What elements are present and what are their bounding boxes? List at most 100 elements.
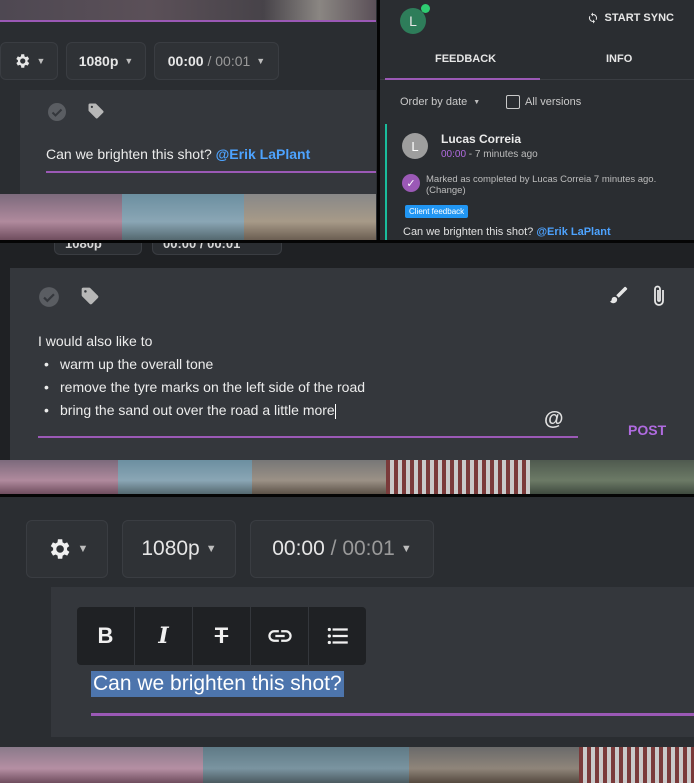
tag-icon[interactable]	[80, 286, 100, 311]
quality-select[interactable]: 1080p	[54, 243, 142, 255]
italic-button[interactable]: I	[135, 607, 193, 665]
all-versions-checkbox[interactable]: All versions	[506, 95, 581, 109]
bullet-list: warm up the overall tone remove the tyre…	[38, 353, 365, 422]
panel-2-multiline-comment: 1080p 00:00 / 00:01 I would also like to…	[0, 243, 694, 494]
bold-icon: B	[97, 623, 114, 648]
thumbnail-frame[interactable]	[579, 747, 694, 783]
time-separator: /	[203, 53, 216, 69]
thumbnail-frame[interactable]	[0, 460, 118, 494]
quality-select[interactable]: 1080p ▼	[66, 42, 146, 80]
post-button[interactable]: POST	[628, 422, 666, 438]
chevron-down-icon: ▼	[473, 98, 481, 106]
list-item: bring the sand out over the road a littl…	[38, 399, 365, 422]
comment-timecode[interactable]: 00:00	[441, 149, 466, 160]
thumbnail-frame[interactable]	[122, 194, 244, 240]
comments-sidebar: L START SYNC FEEDBACK INFO Order by date…	[377, 0, 694, 240]
quality-value: 1080p	[65, 243, 102, 251]
input-underline	[38, 436, 578, 438]
bold-button[interactable]: B	[77, 607, 135, 665]
input-underline	[46, 171, 376, 173]
timecode-select[interactable]: 00:00 / 00:01	[152, 243, 282, 255]
list-item: warm up the overall tone	[38, 353, 365, 376]
comment-author: Lucas Correia	[441, 132, 522, 146]
complete-check-icon[interactable]	[47, 102, 67, 127]
mention-link[interactable]: @Erik LaPlant	[536, 226, 610, 238]
selected-comment-text[interactable]: Can we brighten this shot?	[91, 671, 344, 697]
settings-button[interactable]: ▼	[0, 42, 58, 80]
active-tab-indicator	[385, 78, 540, 80]
checkbox-icon	[506, 95, 520, 109]
timecode-select[interactable]: 00:00 / 00:01 ▼	[250, 520, 434, 578]
avatar: L	[402, 133, 428, 159]
thumbnail-frame[interactable]	[0, 194, 122, 240]
filmstrip	[0, 194, 376, 240]
thumbnail-frame[interactable]	[244, 194, 376, 240]
comment-composer: I would also like to warm up the overall…	[10, 268, 694, 460]
quality-select[interactable]: 1080p ▼	[122, 520, 236, 578]
strikethrough-icon: T	[214, 623, 229, 648]
thumbnail-frame[interactable]	[0, 747, 203, 783]
comment-meta: 00:00 - 7 minutes ago	[441, 149, 538, 160]
completed-text: Marked as completed by Lucas Correia 7 m…	[426, 174, 657, 185]
link-button[interactable]	[251, 607, 309, 665]
chevron-down-icon: ▼	[124, 56, 134, 66]
time-current: 00:00	[272, 537, 325, 560]
sync-icon	[588, 12, 597, 24]
completed-status: ✓ Marked as completed by Lucas Correia 7…	[402, 174, 656, 196]
tab-info[interactable]: INFO	[606, 53, 632, 65]
comment-input[interactable]: Can we brighten this shot? @Erik LaPlant	[46, 146, 310, 162]
chevron-down-icon: ▼	[400, 543, 412, 555]
mention-link[interactable]: @Erik LaPlant	[216, 146, 311, 162]
timecode-select[interactable]: 00:00 / 00:01 ▼	[154, 42, 279, 80]
gear-icon	[50, 539, 69, 559]
comment-body-text: Can we brighten this shot?	[403, 226, 534, 238]
formatting-toolbar: B I T	[77, 607, 366, 665]
sidebar-header: L START SYNC	[380, 0, 694, 40]
comment-text: Can we brighten this shot?	[46, 146, 212, 162]
quality-value: 1080p	[78, 53, 119, 69]
comment-intro: I would also like to	[38, 333, 153, 349]
filmstrip	[0, 460, 694, 494]
panel-3-formatting-toolbar: ▼ 1080p ▼ 00:00 / 00:01 ▼ B I T Can we b…	[0, 497, 694, 783]
attachment-icon[interactable]	[650, 284, 668, 313]
tab-feedback[interactable]: FEEDBACK	[435, 53, 496, 65]
thumbnail-frame[interactable]	[386, 460, 530, 494]
thumbnail-frame[interactable]	[118, 460, 252, 494]
bullet-list-button[interactable]	[309, 607, 366, 665]
timecode-value: 00:00 / 00:01	[163, 243, 241, 251]
chevron-down-icon: ▼	[77, 543, 89, 555]
client-feedback-badge: Client feedback	[405, 205, 469, 218]
comment-card[interactable]: L Lucas Correia 00:00 - 7 minutes ago ✓ …	[385, 124, 694, 240]
thumbnail-frame[interactable]	[409, 747, 579, 783]
gear-icon	[15, 54, 29, 68]
sidebar-tabs: FEEDBACK INFO	[380, 40, 694, 80]
bullet-list-icon	[327, 627, 348, 645]
chevron-down-icon: ▼	[205, 543, 217, 555]
order-label: Order by date	[400, 96, 468, 108]
thumbnail-frame[interactable]	[252, 460, 386, 494]
paintbrush-icon[interactable]	[608, 284, 630, 311]
change-link[interactable]: (Change)	[426, 185, 656, 196]
comment-input[interactable]: I would also like to warm up the overall…	[38, 330, 365, 422]
filmstrip	[0, 747, 694, 783]
chevron-down-icon: ▼	[36, 56, 46, 66]
start-sync-button[interactable]: START SYNC	[587, 12, 674, 24]
quality-value: 1080p	[141, 537, 200, 560]
input-underline	[91, 713, 694, 716]
strikethrough-button[interactable]: T	[193, 607, 251, 665]
video-frame-top	[0, 0, 376, 22]
tag-icon[interactable]	[87, 102, 105, 125]
settings-button[interactable]: ▼	[26, 520, 108, 578]
link-icon	[267, 630, 292, 642]
start-sync-label: START SYNC	[604, 12, 674, 24]
complete-check-icon[interactable]	[38, 286, 60, 313]
mention-button[interactable]: @	[544, 408, 564, 431]
comment-composer	[20, 90, 376, 194]
chevron-down-icon: ▼	[256, 56, 266, 66]
order-by-select[interactable]: Order by date ▼	[400, 96, 480, 108]
panel-1-review-with-sidebar: ▼ 1080p ▼ 00:00 / 00:01 ▼ Can we brighte…	[0, 0, 694, 240]
comment-body: Can we brighten this shot? @Erik LaPlant	[403, 226, 611, 238]
time-current: 00:00	[167, 53, 204, 69]
thumbnail-frame[interactable]	[530, 460, 694, 494]
thumbnail-frame[interactable]	[203, 747, 409, 783]
